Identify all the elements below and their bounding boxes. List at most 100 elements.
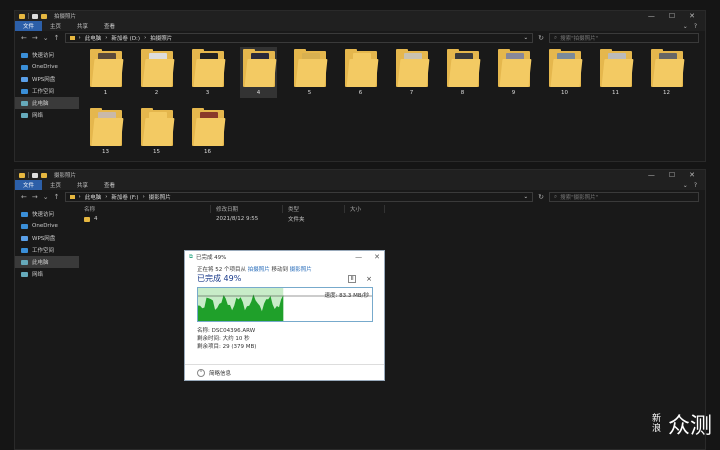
destination-link[interactable]: 摄影照片: [290, 267, 312, 273]
breadcrumb-item[interactable]: 摄影照片: [149, 193, 171, 201]
minimize-icon[interactable]: —: [648, 12, 655, 20]
dialog-titlebar[interactable]: ⧉ 已完成 49% — ✕: [185, 251, 384, 263]
help-icon[interactable]: ?: [694, 182, 697, 189]
breadcrumb-item[interactable]: 新加卷 (F:): [111, 193, 138, 201]
folder-icon: [395, 49, 429, 87]
chevron-down-icon[interactable]: ⌄: [683, 23, 688, 30]
refresh-icon[interactable]: ↻: [538, 34, 544, 42]
folder-label: 9: [511, 90, 516, 96]
computer-icon: [21, 259, 28, 265]
sidebar-item-quick-access[interactable]: 快速访问: [15, 49, 79, 61]
folder-item[interactable]: 7: [393, 47, 430, 98]
less-details-label: 简略信息: [209, 370, 232, 377]
close-icon[interactable]: ✕: [374, 253, 380, 261]
tab-file[interactable]: 文件: [15, 180, 43, 190]
address-bar[interactable]: › 此电脑 › 新加卷 (D:) › 拍摄照片 ⌄: [64, 33, 534, 43]
properties-icon[interactable]: [32, 172, 38, 178]
breadcrumb-item[interactable]: 此电脑: [85, 34, 102, 42]
row-date: 2021/8/12 9:55: [216, 216, 259, 222]
window-title: 摄影照片: [54, 173, 77, 179]
maximize-icon[interactable]: ☐: [669, 171, 675, 179]
search-input[interactable]: ⌕ 搜索"摄影照片": [549, 192, 699, 202]
close-icon[interactable]: ✕: [689, 171, 695, 179]
chevron-down-icon[interactable]: ⌄: [524, 194, 529, 200]
sidebar-item-this-pc[interactable]: 此电脑: [15, 256, 79, 268]
breadcrumb-item[interactable]: 此电脑: [85, 193, 102, 201]
tab-home[interactable]: 主页: [42, 21, 69, 31]
folder-item[interactable]: 16: [189, 106, 226, 157]
folder-item[interactable]: 3: [189, 47, 226, 98]
sidebar-item-workspace[interactable]: 工作空间: [15, 244, 79, 256]
breadcrumb-item[interactable]: 拍摄照片: [150, 34, 172, 42]
search-input[interactable]: ⌕ 搜索"拍摄照片": [549, 33, 699, 43]
sidebar-item-onedrive[interactable]: OneDrive: [15, 61, 79, 73]
folder-item[interactable]: 5: [291, 47, 328, 98]
back-icon[interactable]: ←: [21, 193, 27, 201]
tab-share[interactable]: 共享: [69, 180, 96, 190]
forward-icon[interactable]: →: [32, 193, 38, 201]
tab-view[interactable]: 查看: [96, 180, 123, 190]
folder-item[interactable]: 12: [648, 47, 685, 98]
column-date[interactable]: 修改日期: [211, 205, 283, 213]
properties-icon[interactable]: [32, 13, 38, 19]
minimize-icon[interactable]: —: [355, 253, 362, 261]
chevron-down-icon[interactable]: ⌄: [524, 35, 529, 41]
tab-home[interactable]: 主页: [42, 180, 69, 190]
sidebar-item-wps[interactable]: WPS网盘: [15, 232, 79, 244]
chevron-down-icon[interactable]: ⌄: [683, 182, 688, 189]
up-icon[interactable]: ↑: [54, 34, 60, 42]
folder-item[interactable]: 1: [87, 47, 124, 98]
folder-label: 13: [102, 149, 109, 155]
recent-icon[interactable]: ⌄: [43, 193, 49, 201]
tab-share[interactable]: 共享: [69, 21, 96, 31]
pause-button[interactable]: II: [348, 274, 357, 283]
folder-item[interactable]: 6: [342, 47, 379, 98]
sidebar-item-network[interactable]: 网络: [15, 268, 79, 280]
cancel-button[interactable]: ×: [366, 275, 372, 283]
folder-item[interactable]: 10: [546, 47, 583, 98]
less-details-toggle[interactable]: ⌃ 简略信息: [185, 364, 384, 380]
sidebar-item-workspace[interactable]: 工作空间: [15, 85, 79, 97]
sidebar-item-network[interactable]: 网络: [15, 109, 79, 121]
refresh-icon[interactable]: ↻: [538, 193, 544, 201]
sidebar-item-quick-access[interactable]: 快速访问: [15, 208, 79, 220]
tab-file[interactable]: 文件: [15, 21, 43, 31]
titlebar[interactable]: 拍摄照片 — ☐ ✕: [15, 11, 705, 21]
folder-label: 3: [205, 90, 210, 96]
folder-item[interactable]: 2: [138, 47, 175, 98]
up-icon[interactable]: ↑: [54, 193, 60, 201]
folder-item[interactable]: 15: [138, 106, 175, 157]
new-folder-icon[interactable]: [41, 172, 47, 178]
column-size[interactable]: 大小: [345, 205, 385, 213]
titlebar[interactable]: 摄影照片 — ☐ ✕: [15, 170, 705, 180]
sidebar-item-this-pc[interactable]: 此电脑: [15, 97, 79, 109]
address-bar[interactable]: › 此电脑 › 新加卷 (F:) › 摄影照片 ⌄: [64, 192, 534, 202]
folder-label: 11: [612, 90, 619, 96]
back-icon[interactable]: ←: [21, 34, 27, 42]
sidebar-item-wps[interactable]: WPS网盘: [15, 73, 79, 85]
folder-item[interactable]: 4: [240, 47, 277, 98]
folder-item[interactable]: 9: [495, 47, 532, 98]
folder-item[interactable]: 11: [597, 47, 634, 98]
column-type[interactable]: 类型: [283, 205, 345, 213]
progress-percent: 已完成 49%: [197, 274, 242, 283]
folder-icon: [242, 49, 276, 87]
help-icon[interactable]: ?: [694, 23, 697, 30]
minimize-icon[interactable]: —: [648, 171, 655, 179]
tab-view[interactable]: 查看: [96, 21, 123, 31]
folder-icon: [140, 49, 174, 87]
forward-icon[interactable]: →: [32, 34, 38, 42]
maximize-icon[interactable]: ☐: [669, 12, 675, 20]
recent-icon[interactable]: ⌄: [43, 34, 49, 42]
sidebar-item-onedrive[interactable]: OneDrive: [15, 220, 79, 232]
folder-item[interactable]: 8: [444, 47, 481, 98]
folder-icon: [548, 49, 582, 87]
column-name[interactable]: 名称: [79, 205, 211, 213]
search-icon: ⌕: [554, 34, 558, 41]
folder-item[interactable]: 13: [87, 106, 124, 157]
source-link[interactable]: 拍摄照片: [248, 267, 270, 273]
table-row[interactable]: 4 2021/8/12 9:55 文件夹: [79, 214, 705, 224]
close-icon[interactable]: ✕: [689, 12, 695, 20]
new-folder-icon[interactable]: [41, 13, 47, 19]
breadcrumb-item[interactable]: 新加卷 (D:): [111, 34, 140, 42]
